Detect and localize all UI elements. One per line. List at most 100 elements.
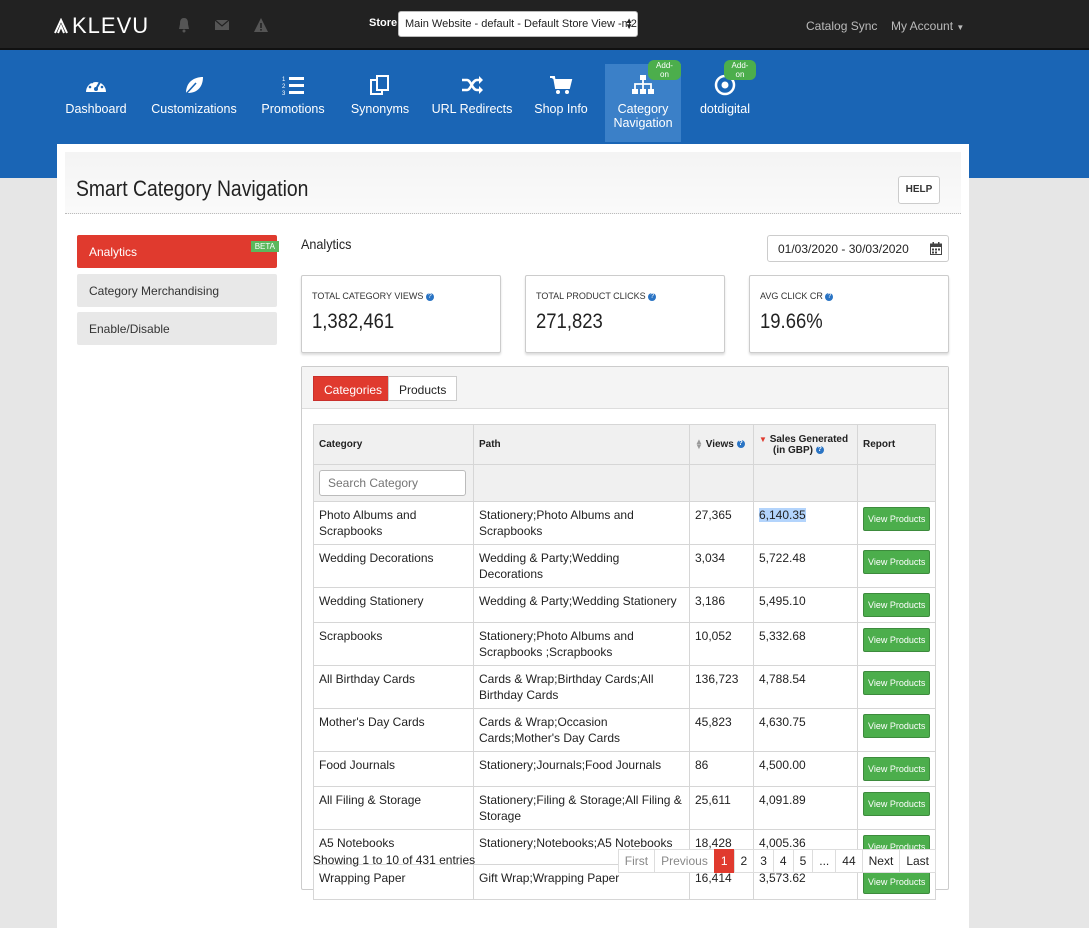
cell-sales-text: 5,722.48 — [759, 551, 806, 565]
cell-path: Wedding & Party;Wedding Decorations — [473, 544, 690, 588]
help-button[interactable]: HELP — [898, 176, 940, 204]
table-row: Scrapbooks Stationery;Photo Albums and Sc… — [313, 622, 937, 666]
cell-views: 136,723 — [689, 665, 754, 709]
view-products-button[interactable]: View Products — [863, 628, 931, 652]
side-item-category-merchandising[interactable]: Category Merchandising — [77, 274, 277, 307]
side-item-enable-disable[interactable]: Enable/Disable — [77, 312, 277, 345]
help-icon[interactable]: ? — [648, 292, 657, 301]
cell-path: Stationery;Photo Albums and Scrapbooks ;… — [473, 622, 690, 666]
page-button[interactable]: Previous — [654, 849, 715, 873]
cell-sales-text: 3,573.62 — [759, 871, 806, 885]
page-button[interactable]: 44 — [835, 849, 863, 873]
cell-path-text: Gift Wrap;Wrapping Paper — [479, 871, 620, 885]
cell-category: Wedding Decorations — [313, 544, 474, 588]
nav-label-line2: Navigation — [613, 116, 673, 130]
nav-label: URL Redirects — [431, 102, 513, 116]
stat-value: 271,823 — [536, 310, 603, 333]
page-button[interactable]: 4 — [772, 849, 794, 873]
cell-category: Wrapping Paper — [313, 864, 474, 900]
stat-total-product-clicks: TOTAL PRODUCT CLICKS ? 271,823 — [525, 275, 725, 353]
nav-label: Synonyms — [350, 102, 410, 116]
addon-badge: Add-on — [648, 60, 681, 80]
tab-products[interactable]: Products — [388, 376, 458, 401]
tab-categories[interactable]: Categories — [313, 376, 394, 401]
warning-icon[interactable] — [253, 17, 269, 33]
svg-text:2: 2 — [282, 84, 286, 90]
nav-url-redirects[interactable]: URL Redirects — [430, 64, 514, 142]
table-row: All Birthday Cards Cards & Wrap;Birthday … — [313, 665, 937, 709]
stat-label: AVG CLICK CR ? — [760, 291, 834, 301]
filter-cell — [313, 464, 474, 502]
page-button[interactable]: 5 — [792, 849, 814, 873]
calendar-icon[interactable] — [930, 242, 942, 255]
copy-icon — [370, 75, 389, 95]
cell-views-text: 18,428 — [695, 836, 732, 850]
cell-views-text: 136,723 — [695, 672, 739, 686]
table-row: Wedding Decorations Wedding & Party;Weddi… — [313, 544, 937, 588]
nav-customizations[interactable]: Customizations — [148, 64, 240, 142]
cell-sales-text: 5,495.10 — [759, 594, 806, 608]
view-products-button[interactable]: View Products — [863, 671, 931, 695]
table-row: Wedding Stationery Wedding & Party;Weddin… — [313, 587, 937, 623]
search-category-input[interactable] — [319, 470, 466, 496]
col-header-views[interactable]: ▲ ▼ Views ? — [689, 424, 754, 465]
cell-path: Wedding & Party;Wedding Stationery — [473, 587, 690, 623]
nav-label: dotdigital — [699, 102, 751, 116]
nav-dashboard[interactable]: Dashboard — [60, 64, 132, 142]
cell-category-text: Scrapbooks — [319, 629, 383, 643]
view-products-button[interactable]: View Products — [863, 593, 931, 617]
view-products-button[interactable]: View Products — [863, 550, 931, 574]
col-header-path[interactable]: Path — [473, 424, 690, 465]
col-header-sales[interactable]: ▼ Sales Generated (in GBP) ? — [753, 424, 858, 465]
page-button[interactable]: 2 — [733, 849, 755, 873]
cell-path-text: Cards & Wrap;Birthday Cards;All Birthday… — [479, 672, 654, 702]
help-icon[interactable]: ? — [425, 292, 434, 301]
col-header-label: Path — [479, 439, 501, 450]
table-row: Mother's Day Cards Cards & Wrap;Occasion … — [313, 708, 937, 752]
nav-category-navigation[interactable]: Add-on Category Navigation — [605, 60, 681, 142]
help-icon[interactable]: ? — [815, 445, 824, 454]
nav-label: Shop Info — [534, 102, 588, 116]
bell-icon[interactable] — [176, 17, 192, 33]
nav-dotdigital[interactable]: Add-on dotdigital — [694, 60, 756, 142]
view-products-button[interactable]: View Products — [863, 714, 931, 738]
nav-shop-info[interactable]: Shop Info — [530, 64, 592, 142]
view-products-button[interactable]: View Products — [863, 757, 931, 781]
cell-category-text: Wedding Decorations — [319, 551, 434, 565]
table-info: Showing 1 to 10 of 431 entries — [313, 853, 476, 867]
date-range-input[interactable]: 01/03/2020 - 30/03/2020 — [767, 235, 949, 262]
my-account-link[interactable]: My Account ▼ — [891, 19, 964, 33]
help-icon[interactable]: ? — [736, 440, 745, 449]
page-button[interactable]: Last — [899, 849, 936, 873]
col-header-label-line2: (in GBP) — [773, 444, 813, 456]
catalog-sync-link[interactable]: Catalog Sync — [806, 19, 877, 33]
cell-category-text: Mother's Day Cards — [319, 715, 425, 729]
store-select[interactable]: Main Website - default - Default Store V… — [398, 11, 638, 37]
page-header: Smart Category Navigation HELP — [65, 152, 961, 214]
cell-category: Food Journals — [313, 751, 474, 787]
side-item-analytics[interactable]: Analytics BETA — [77, 235, 279, 268]
view-products-button[interactable]: View Products — [863, 792, 931, 816]
cell-path-text: Stationery;Photo Albums and Scrapbooks — [479, 508, 634, 538]
col-header-category[interactable]: Category — [313, 424, 474, 465]
nav-synonyms[interactable]: Synonyms — [346, 64, 414, 142]
view-products-button[interactable]: View Products — [863, 870, 931, 894]
envelope-icon[interactable] — [214, 17, 230, 33]
help-icon[interactable]: ? — [825, 292, 834, 301]
col-header-label: Category — [319, 439, 363, 450]
view-products-button[interactable]: View Products — [863, 507, 931, 531]
cell-views: 86 — [689, 751, 754, 787]
filter-cell — [689, 464, 754, 502]
section-title: Analytics — [301, 236, 352, 252]
page-button[interactable]: 1 — [713, 849, 735, 873]
my-account-label: My Account — [891, 19, 954, 33]
page-button[interactable]: Next — [861, 849, 901, 873]
nav-promotions[interactable]: 123 Promotions — [256, 64, 330, 142]
klevu-logo[interactable]: KLEVU — [54, 13, 149, 39]
caret-down-icon: ▼ — [956, 23, 965, 32]
page-button[interactable]: 3 — [753, 849, 774, 873]
page-button[interactable]: First — [617, 849, 656, 873]
cell-report: View Products — [856, 501, 937, 545]
col-header-label: Sales Generated — [769, 433, 849, 445]
col-header-report: Report — [856, 424, 937, 465]
